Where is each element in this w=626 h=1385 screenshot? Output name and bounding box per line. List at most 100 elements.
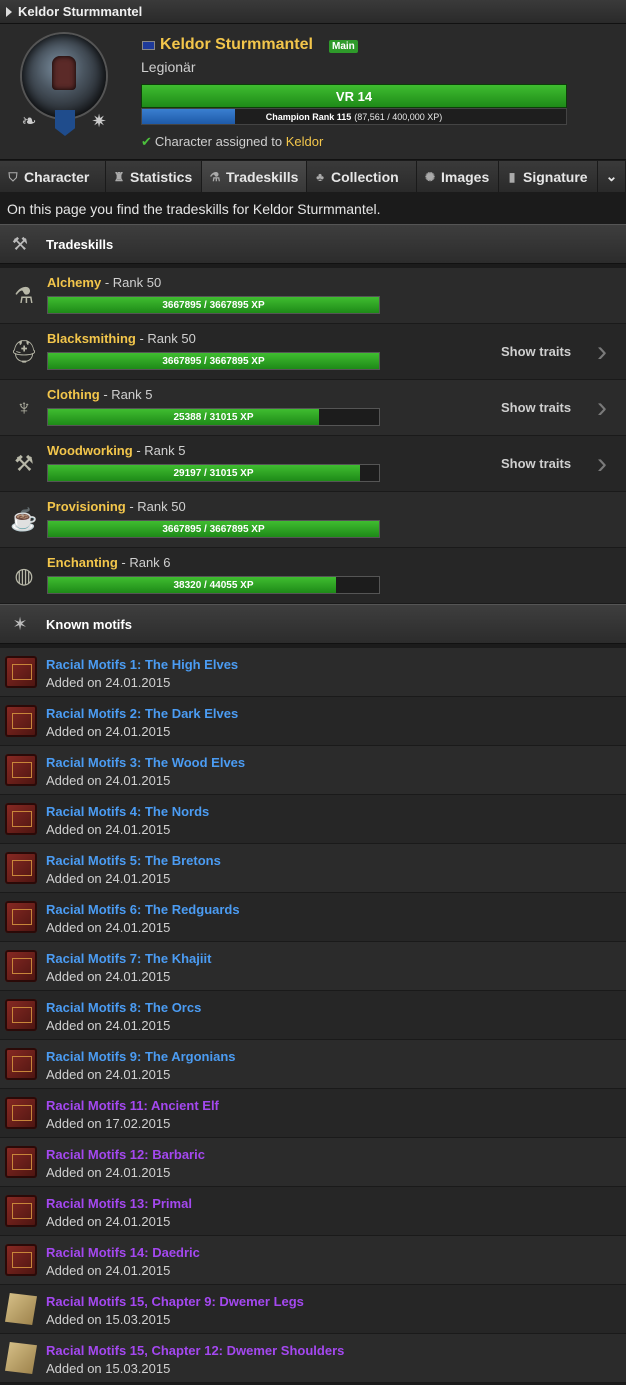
motif-row: Racial Motifs 3: The Wood Elves Added on … <box>0 746 626 795</box>
motif-added-date: Added on 24.01.2015 <box>46 920 171 935</box>
avatar-helm-icon <box>52 56 76 90</box>
book-icon <box>5 999 37 1031</box>
scroll-icon <box>5 1293 37 1325</box>
book-icon <box>5 1048 37 1080</box>
book-icon <box>5 852 37 884</box>
motif-title-link[interactable]: Racial Motifs 5: The Bretons <box>46 853 221 868</box>
tradeskill-row[interactable]: ⚒ Woodworking - Rank 5 29197 / 31015 XP Sho… <box>0 436 626 492</box>
window-title: Keldor Sturmmantel <box>18 4 143 19</box>
tradeskills-tools-icon: ⚒ <box>11 233 29 254</box>
check-icon: ✔ <box>141 134 152 149</box>
tradeskill-xp-text: 25388 / 31015 XP <box>173 411 254 423</box>
tradeskill-xp-text: 38320 / 44055 XP <box>173 579 254 591</box>
motif-row: Racial Motifs 4: The Nords Added on 24.01… <box>0 795 626 844</box>
enchanting-icon: ◍ <box>14 563 34 588</box>
book-icon <box>5 656 37 688</box>
book-icon <box>5 1195 37 1227</box>
motif-title-link[interactable]: Racial Motifs 3: The Wood Elves <box>46 755 245 770</box>
tab-images[interactable]: ✺ Images <box>417 161 499 192</box>
clothing-icon: ♆ <box>15 395 33 420</box>
motifs-title: Known motifs <box>46 616 132 632</box>
motif-row: Racial Motifs 15, Chapter 12: Dwemer Sho… <box>0 1334 626 1383</box>
motif-added-date: Added on 24.01.2015 <box>46 1214 171 1229</box>
book-icon <box>5 803 37 835</box>
flag-icon <box>142 41 155 50</box>
tab-bar: ⛉ Character ♜ Statistics ⚗ Tradeskills ♣ Col… <box>0 161 626 192</box>
motif-title-link[interactable]: Racial Motifs 2: The Dark Elves <box>46 706 238 721</box>
chevron-right-icon[interactable]: › <box>590 393 614 423</box>
motif-row: Racial Motifs 8: The Orcs Added on 24.01.… <box>0 991 626 1040</box>
motifs-star-icon: ✶ <box>12 613 28 634</box>
tradeskill-xp-bar: 38320 / 44055 XP <box>47 576 380 594</box>
motif-title-link[interactable]: Racial Motifs 8: The Orcs <box>46 1000 201 1015</box>
tab-collection[interactable]: ♣ Collection <box>307 161 417 192</box>
tradeskills-title: Tradeskills <box>46 236 114 252</box>
motif-title-link[interactable]: Racial Motifs 13: Primal <box>46 1196 192 1211</box>
show-traits-link[interactable]: Show traits <box>501 400 571 415</box>
blacksmithing-icon: ⛑ <box>10 339 38 364</box>
champion-rank-detail: (87,561 / 400,000 XP) <box>354 111 443 122</box>
more-tabs-button[interactable]: ⌄ <box>598 161 626 192</box>
motif-added-date: Added on 24.01.2015 <box>46 724 171 739</box>
assigned-user-link[interactable]: Keldor <box>286 134 324 149</box>
tradeskill-name: Enchanting - Rank 6 <box>47 555 171 570</box>
dragon-emblem-icon: ❧ <box>21 110 37 131</box>
motif-title-link[interactable]: Racial Motifs 7: The Khajiit <box>46 951 211 966</box>
veteran-rank-bar: VR 14 <box>141 84 567 108</box>
character-profile: ❧ ✷ Keldor Sturmmantel Main Legionär VR … <box>0 24 626 160</box>
chevron-right-icon[interactable]: › <box>590 337 614 367</box>
tab-statistics[interactable]: ♜ Statistics <box>106 161 202 192</box>
scroll-icon <box>5 1342 37 1374</box>
alchemy-icon: ⚗ <box>14 283 34 308</box>
motif-added-date: Added on 24.01.2015 <box>46 675 171 690</box>
motif-row: Racial Motifs 7: The Khajiit Added on 24.… <box>0 942 626 991</box>
tradeskill-xp-bar: 3667895 / 3667895 XP <box>47 296 380 314</box>
images-icon: ✺ <box>424 169 436 184</box>
motif-added-date: Added on 15.03.2015 <box>46 1312 171 1327</box>
motif-title-link[interactable]: Racial Motifs 15, Chapter 9: Dwemer Legs <box>46 1294 304 1309</box>
motifs-header: ✶ Known motifs <box>0 604 626 644</box>
shield-icon: ⛉ <box>8 169 18 184</box>
tab-tradeskills[interactable]: ⚗ Tradeskills <box>202 161 307 192</box>
assigned-text: Character assigned to <box>154 134 283 149</box>
show-traits-link[interactable]: Show traits <box>501 344 571 359</box>
character-name[interactable]: Keldor Sturmmantel <box>160 36 313 54</box>
tab-signature[interactable]: ▮ Signature <box>499 161 598 192</box>
tradeskill-xp-bar: 25388 / 31015 XP <box>47 408 380 426</box>
tab-character[interactable]: ⛉ Character <box>0 161 106 192</box>
show-traits-link[interactable]: Show traits <box>501 456 571 471</box>
book-icon <box>5 1146 37 1178</box>
tradeskill-name: Blacksmithing - Rank 50 <box>47 331 196 346</box>
motif-added-date: Added on 24.01.2015 <box>46 1018 171 1033</box>
motif-added-date: Added on 17.02.2015 <box>46 1116 171 1131</box>
book-icon <box>5 1097 37 1129</box>
motif-title-link[interactable]: Racial Motifs 1: The High Elves <box>46 657 238 672</box>
tradeskill-row: ◍ Enchanting - Rank 6 38320 / 44055 XP <box>0 548 626 604</box>
tradeskill-name: Woodworking - Rank 5 <box>47 443 186 458</box>
motif-row: Racial Motifs 2: The Dark Elves Added on … <box>0 697 626 746</box>
chevron-down-icon: ⌄ <box>605 168 618 184</box>
veteran-rank-label: VR 14 <box>335 88 373 104</box>
motif-title-link[interactable]: Racial Motifs 11: Ancient Elf <box>46 1098 219 1113</box>
motif-row: Racial Motifs 11: Ancient Elf Added on 17… <box>0 1089 626 1138</box>
motif-row: Racial Motifs 9: The Argonians Added on 2… <box>0 1040 626 1089</box>
motif-row: Racial Motifs 13: Primal Added on 24.01.2… <box>0 1187 626 1236</box>
chevron-right-icon[interactable]: › <box>590 449 614 479</box>
tradeskill-xp-bar: 29197 / 31015 XP <box>47 464 380 482</box>
collapse-triangle-icon[interactable] <box>6 6 12 17</box>
character-class-title: Legionär <box>141 59 196 75</box>
motif-added-date: Added on 24.01.2015 <box>46 773 171 788</box>
motif-title-link[interactable]: Racial Motifs 12: Barbaric <box>46 1147 205 1162</box>
tradeskill-row[interactable]: ♆ Clothing - Rank 5 25388 / 31015 XP Show t… <box>0 380 626 436</box>
window-titlebar[interactable]: Keldor Sturmmantel <box>0 0 626 24</box>
intro-text: On this page you find the tradeskills fo… <box>7 201 381 217</box>
motif-title-link[interactable]: Racial Motifs 15, Chapter 12: Dwemer Sho… <box>46 1343 344 1358</box>
motif-title-link[interactable]: Racial Motifs 14: Daedric <box>46 1245 200 1260</box>
motif-title-link[interactable]: Racial Motifs 9: The Argonians <box>46 1049 236 1064</box>
tradeskill-row[interactable]: ⛑ Blacksmithing - Rank 50 3667895 / 366789… <box>0 324 626 380</box>
motif-title-link[interactable]: Racial Motifs 4: The Nords <box>46 804 209 819</box>
motif-added-date: Added on 15.03.2015 <box>46 1361 171 1376</box>
motif-added-date: Added on 24.01.2015 <box>46 1067 171 1082</box>
motif-title-link[interactable]: Racial Motifs 6: The Redguards <box>46 902 240 917</box>
tradeskill-xp-text: 29197 / 31015 XP <box>173 467 254 479</box>
